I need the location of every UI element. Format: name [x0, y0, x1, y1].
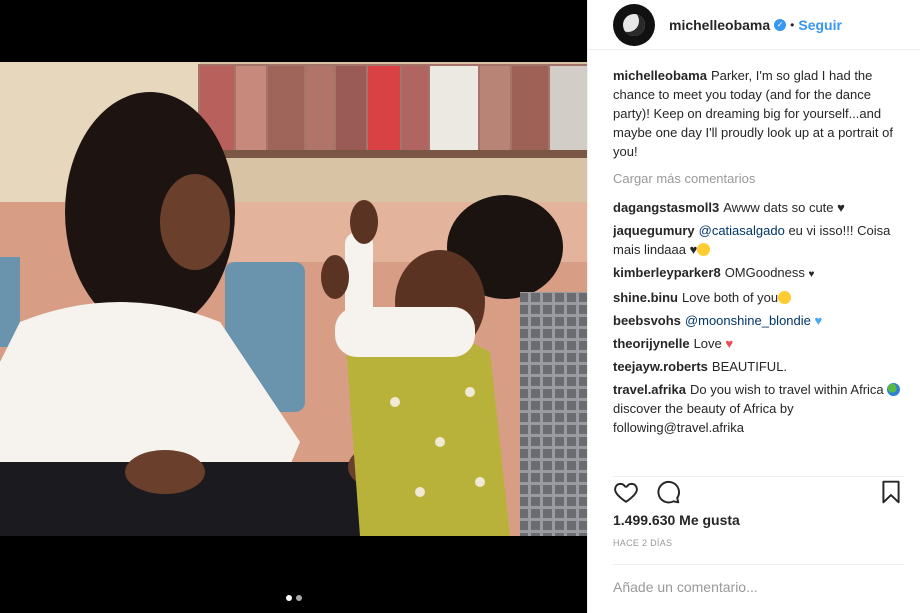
comment-item: teejayw.roberts BEAUTIFUL.	[613, 357, 906, 376]
post-media[interactable]	[0, 0, 587, 613]
action-bar	[613, 476, 904, 506]
verified-badge-icon: ✓	[774, 18, 787, 31]
header-separator: •	[790, 17, 795, 32]
black-heart-icon: ♥	[837, 200, 845, 215]
heart-eyes-emoji-icon	[697, 243, 711, 256]
red-heart-icon: ♥	[725, 336, 734, 351]
comment-username[interactable]: shine.binu	[613, 290, 678, 305]
post-header: michelleobama ✓ • Seguir	[588, 0, 920, 50]
comment-username[interactable]: dagangstasmoll3	[613, 200, 719, 215]
comment-text: OMGoodness	[724, 265, 809, 280]
comment-item: shine.binu Love both of you	[613, 288, 906, 307]
kiss-face-emoji-icon	[778, 291, 792, 304]
comment-item: beebsvohs @moonshine_blondie ♥	[613, 311, 906, 330]
caption-username[interactable]: michelleobama	[613, 68, 707, 83]
black-heart-icon: ♥	[689, 242, 698, 257]
comment-username[interactable]: teejayw.roberts	[613, 359, 708, 374]
comment-bubble-icon[interactable]	[655, 479, 681, 505]
avatar[interactable]	[613, 3, 655, 46]
post-photo[interactable]	[0, 62, 587, 536]
comment-mention[interactable]: @catiasalgado	[699, 223, 785, 238]
globe-emoji-icon	[887, 383, 901, 396]
comment-username[interactable]: kimberleyparker8	[613, 265, 721, 280]
comment-item: jaquegumury @catiasalgado eu vi isso!!! C…	[613, 221, 906, 259]
black-heart-icon: ♥	[808, 269, 815, 280]
comment-text: Do you wish to travel within Africa	[690, 382, 888, 397]
comment-mention[interactable]: @moonshine_blondie	[685, 313, 811, 328]
comment-username[interactable]: theorijynelle	[613, 336, 690, 351]
comment-input[interactable]	[613, 579, 904, 595]
comment-item: dagangstasmoll3 Awww dats so cute ♥	[613, 198, 906, 217]
add-comment-area	[613, 564, 904, 610]
comment-item: theorijynelle Love ♥	[613, 334, 906, 353]
bookmark-icon[interactable]	[878, 479, 904, 505]
carousel-dot[interactable]	[295, 595, 302, 601]
comment-text: BEAUTIFUL.	[711, 359, 788, 374]
comment-username[interactable]: jaquegumury	[613, 223, 695, 238]
comment-username[interactable]: travel.afrika	[613, 382, 686, 397]
header-username[interactable]: michelleobama	[669, 17, 770, 33]
load-more-comments-button[interactable]: Cargar más comentarios	[613, 169, 906, 188]
post-panel: michelleobama ✓ • Seguir michelleobama Pa…	[587, 0, 920, 613]
comment-text: Love both of you	[682, 290, 779, 305]
comment-username[interactable]: beebsvohs	[613, 313, 681, 328]
post-timestamp[interactable]: Hace 2 días	[613, 538, 672, 548]
comment-text: Awww dats so cute	[723, 200, 838, 215]
bookshelf	[198, 64, 587, 158]
comment-item: travel.afrika Do you wish to travel withi…	[613, 380, 906, 437]
blue-heart-icon: ♥	[814, 313, 823, 328]
photo-illustration	[0, 62, 587, 536]
comment-text: Love	[693, 336, 726, 351]
caption: michelleobama Parker, I'm so glad I had t…	[613, 66, 906, 161]
carousel-indicator	[0, 595, 587, 601]
comments-list: michelleobama Parker, I'm so glad I had t…	[613, 66, 906, 462]
likes-count[interactable]: 1.499.630 Me gusta	[613, 512, 740, 528]
comment-item: kimberleyparker8 OMGoodness ♥	[613, 263, 906, 284]
follow-button[interactable]: Seguir	[798, 17, 842, 33]
heart-outline-icon[interactable]	[613, 479, 639, 505]
comment-text-continued: discover the beauty of Africa by followi…	[613, 401, 794, 435]
carousel-dot-active[interactable]	[285, 595, 292, 601]
